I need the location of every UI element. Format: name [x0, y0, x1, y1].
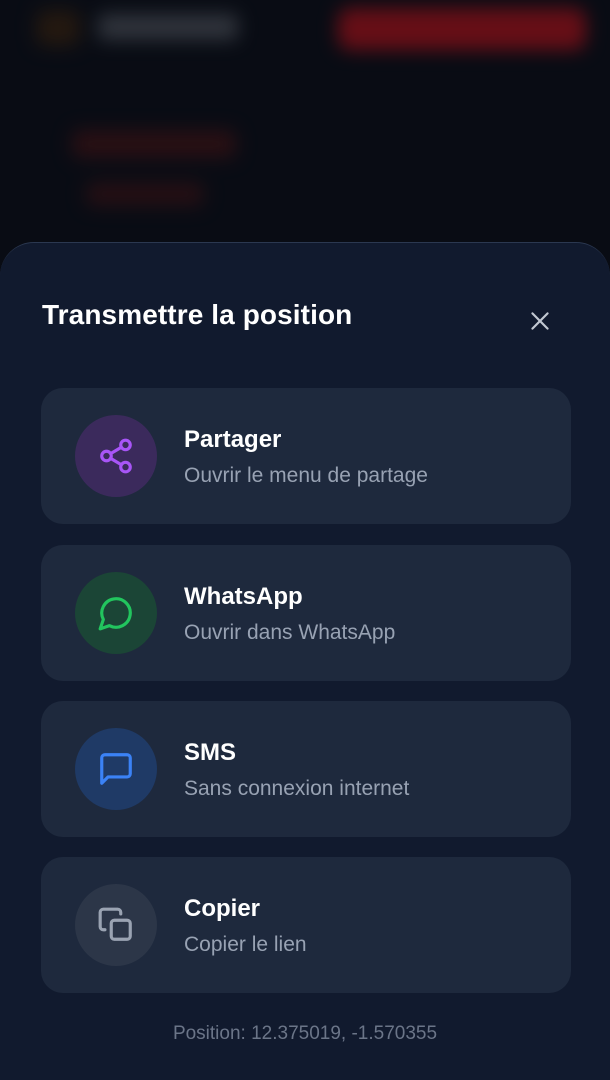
option-subtitle: Sans connexion internet [184, 777, 410, 800]
sms-option-button[interactable]: SMS Sans connexion internet [41, 701, 571, 837]
position-coordinates: Position: 12.375019, -1.570355 [172, 1023, 438, 1044]
share-option-button[interactable]: Partager Ouvrir le menu de partage [41, 388, 571, 524]
whatsapp-icon-circle [75, 572, 157, 654]
close-button[interactable] [518, 299, 562, 343]
copy-icon-circle [75, 884, 157, 966]
whatsapp-option-button[interactable]: WhatsApp Ouvrir dans WhatsApp [41, 545, 571, 681]
share-icon [100, 438, 132, 474]
close-icon [531, 312, 549, 330]
whatsapp-icon [98, 597, 132, 631]
option-title: Copier [184, 895, 261, 922]
copy-icon [98, 907, 132, 941]
share-location-sheet: Transmettre la position Partager Ouvrir … [0, 242, 610, 1080]
option-subtitle: Copier le lien [184, 933, 307, 956]
option-subtitle: Ouvrir le menu de partage [184, 464, 428, 487]
copy-option-button[interactable]: Copier Copier le lien [41, 857, 571, 993]
message-icon-circle [75, 728, 157, 810]
option-title: Partager [184, 426, 282, 453]
option-subtitle: Ouvrir dans WhatsApp [184, 621, 396, 644]
sheet-title: Transmettre la position [42, 299, 353, 330]
message-icon [100, 753, 132, 785]
option-title: WhatsApp [184, 583, 303, 610]
share-icon-circle [75, 415, 157, 497]
option-title: SMS [184, 739, 237, 766]
